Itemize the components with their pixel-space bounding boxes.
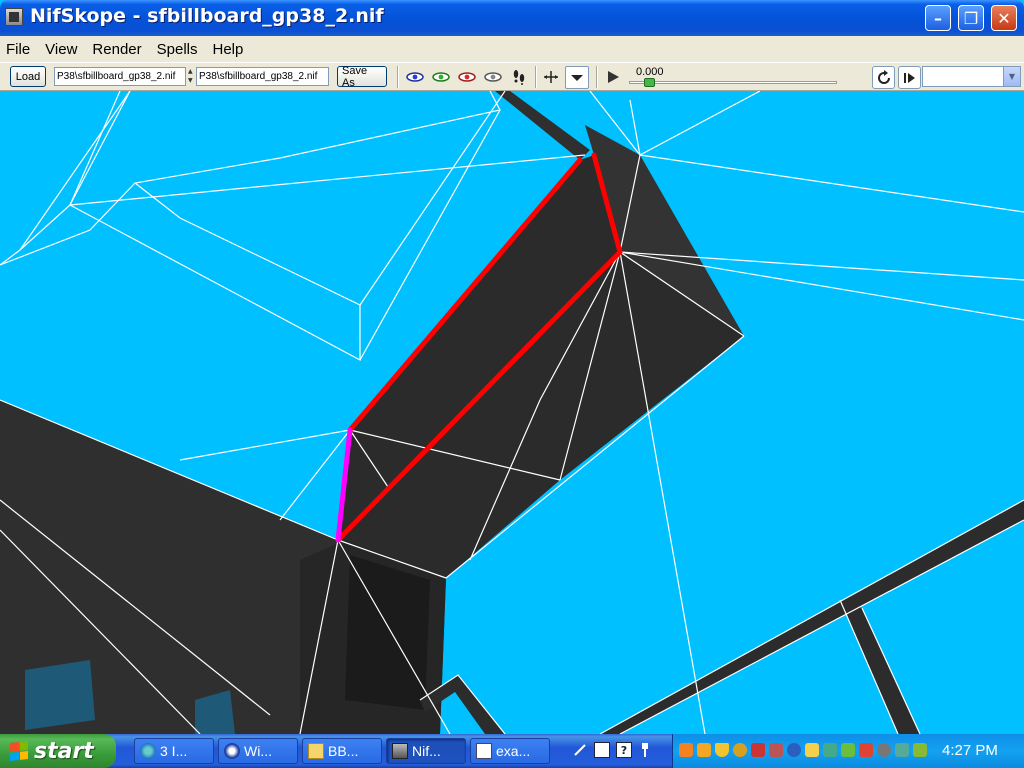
start-button[interactable]: start [0, 734, 116, 768]
eye-gray-icon[interactable] [483, 69, 503, 85]
mesh-teal-panel [25, 660, 95, 730]
taskbar: start 3 I... Wi... BB... Nif... exa... ? [0, 734, 1024, 768]
wireframe-scene [0, 91, 1024, 734]
load-button[interactable]: Load [10, 66, 46, 87]
tray-app-icon[interactable] [895, 743, 909, 757]
tray-app-icon[interactable] [751, 743, 765, 757]
close-button[interactable]: ✕ [991, 5, 1017, 31]
taskbar-button-label: BB... [328, 743, 359, 759]
warning-icon[interactable] [805, 743, 819, 757]
menu-spells[interactable]: Spells [157, 41, 198, 58]
taskbar-button-label: 3 I... [160, 743, 188, 759]
menu-view[interactable]: View [45, 41, 77, 58]
footprints-icon[interactable] [509, 68, 529, 86]
globe-icon[interactable] [733, 743, 747, 757]
loop-icon[interactable] [872, 66, 895, 89]
window-title: NifSkope - sfbillboard_gp38_2.nif [30, 5, 384, 27]
play-icon[interactable] [604, 68, 622, 86]
tray-app-icon[interactable] [859, 743, 873, 757]
save-path-input[interactable]: P38\sfbillboard_gp38_2.nif [196, 67, 329, 86]
taskbar-button-label: Wi... [244, 743, 272, 759]
usb-icon[interactable] [638, 742, 652, 758]
clock: 4:27 PM [942, 742, 998, 759]
taskbar-button-label: Nif... [412, 743, 441, 759]
mesh-rail [840, 600, 920, 734]
render-viewport[interactable] [0, 91, 1024, 734]
taskbar-button-folder[interactable]: BB... [302, 738, 382, 764]
taskbar-button-ie[interactable]: 3 I... [134, 738, 214, 764]
start-label: start [34, 738, 94, 764]
toolbar-separator [596, 66, 598, 88]
save-as-button[interactable]: Save As [337, 65, 387, 89]
time-value: 0.000 [636, 66, 664, 78]
menu-help[interactable]: Help [212, 41, 243, 58]
mesh-window [345, 555, 430, 710]
media-player-icon [224, 743, 240, 759]
nifskope-icon [392, 743, 408, 759]
toolbar-separator [535, 66, 537, 88]
windows-flag-icon [10, 741, 28, 761]
taskbar-button-document[interactable]: exa... [470, 738, 550, 764]
document-icon [476, 743, 492, 759]
animation-select[interactable]: ▼ [922, 66, 1021, 87]
tray-app-icon[interactable] [823, 743, 837, 757]
notepad-icon[interactable] [594, 742, 610, 758]
chevron-down-icon[interactable]: ▼ [1003, 67, 1020, 86]
eye-red-icon[interactable] [457, 69, 477, 85]
maximize-button[interactable]: ❐ [958, 5, 984, 31]
pen-icon[interactable] [572, 742, 588, 758]
step-icon[interactable] [898, 66, 921, 89]
taskbar-button-media[interactable]: Wi... [218, 738, 298, 764]
time-slider-track[interactable] [629, 81, 837, 84]
mesh-beam-top [338, 155, 744, 578]
load-path-spinner[interactable]: ▲ ▼ [188, 67, 194, 86]
title-bar[interactable]: NifSkope - sfbillboard_gp38_2.nif – ❐ ✕ [0, 0, 1024, 36]
eye-blue-icon[interactable] [405, 69, 425, 85]
mesh-top-strip [495, 91, 590, 160]
help-icon[interactable]: ? [616, 742, 632, 758]
axes-icon[interactable] [541, 68, 561, 86]
nifskope-app-icon[interactable] [5, 8, 23, 26]
tray-app-icon[interactable] [697, 743, 711, 757]
view-dropdown-icon[interactable] [565, 66, 589, 89]
ie-icon [140, 743, 156, 759]
eye-green-icon[interactable] [431, 69, 451, 85]
network-icon[interactable] [787, 743, 801, 757]
tray-app-icon[interactable] [769, 743, 783, 757]
load-path-input[interactable]: P38\sfbillboard_gp38_2.nif [54, 67, 186, 86]
toolbar-separator [397, 66, 399, 88]
tray-app-icon[interactable] [877, 743, 891, 757]
tray-app-icon[interactable] [841, 743, 855, 757]
menu-render[interactable]: Render [92, 41, 141, 58]
minimize-button[interactable]: – [925, 5, 951, 31]
taskbar-button-label: exa... [496, 743, 531, 759]
menu-bar: File View Render Spells Help [0, 36, 1024, 62]
folder-icon [308, 743, 324, 759]
shield-icon[interactable] [715, 743, 729, 757]
menu-file[interactable]: File [6, 41, 30, 58]
time-slider-thumb[interactable] [644, 78, 655, 87]
tray-app-icon[interactable] [679, 743, 693, 757]
tray-app-icon[interactable] [913, 743, 927, 757]
taskbar-button-nifskope[interactable]: Nif... [386, 738, 466, 764]
